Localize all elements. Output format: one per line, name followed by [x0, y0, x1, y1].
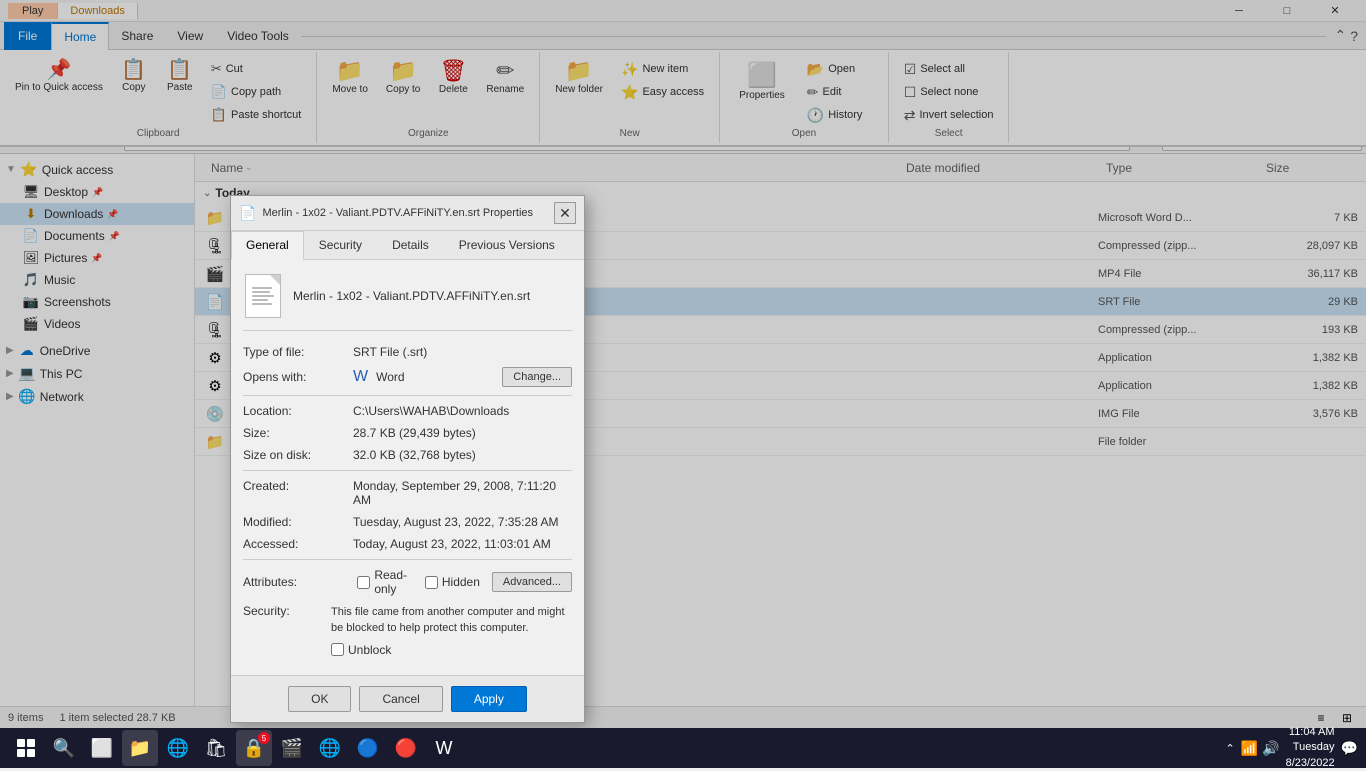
- modified-row: Modified: Tuesday, August 23, 2022, 7:35…: [243, 515, 572, 529]
- word-icon: W: [353, 368, 368, 386]
- size-on-disk-value: 32.0 KB (32,768 bytes): [353, 448, 572, 462]
- sys-tray: 📶 🔊: [1241, 740, 1280, 757]
- type-label: Type of file:: [243, 345, 353, 359]
- security-label: Security:: [243, 604, 323, 618]
- unblock-check[interactable]: Unblock: [331, 643, 572, 657]
- attributes-row: Attributes: Read-only Hidden Advanced...: [243, 568, 572, 596]
- clock-date2: 8/23/2022: [1286, 756, 1335, 771]
- modified-value: Tuesday, August 23, 2022, 7:35:28 AM: [353, 515, 572, 529]
- dialog-file-name: Merlin - 1x02 - Valiant.PDTV.AFFiNiTY.en…: [293, 289, 572, 303]
- tab-security[interactable]: Security: [304, 231, 377, 259]
- tab-previous-versions[interactable]: Previous Versions: [444, 231, 570, 259]
- clock-time: 11:04 AM: [1286, 725, 1335, 740]
- taskbar: 🔍 ⬜ 📁 🌐 🛍 🔒 5 🎬 🌐 🔵 🔴 W ⌃ 📶 🔊 11:04 AM T…: [0, 728, 1366, 768]
- word-taskbar-button[interactable]: W: [426, 730, 462, 766]
- ok-button[interactable]: OK: [288, 686, 351, 712]
- explorer-taskbar-button[interactable]: 📁: [122, 730, 158, 766]
- task-view-button[interactable]: ⬜: [84, 730, 120, 766]
- tab-details[interactable]: Details: [377, 231, 444, 259]
- clock-date: Tuesday: [1286, 740, 1335, 755]
- taskbar-clock: 11:04 AM Tuesday 8/23/2022: [1286, 725, 1335, 771]
- change-button[interactable]: Change...: [502, 367, 572, 387]
- location-value: C:\Users\WAHAB\Downloads: [353, 404, 572, 418]
- file-doc-icon: [245, 274, 281, 318]
- attributes-label: Attributes:: [243, 575, 345, 589]
- taskbar-left: 🔍 ⬜ 📁 🌐 🛍 🔒 5 🎬 🌐 🔵 🔴 W: [0, 730, 462, 766]
- location-row: Location: C:\Users\WAHAB\Downloads: [243, 404, 572, 418]
- size-on-disk-row: Size on disk: 32.0 KB (32,768 bytes): [243, 448, 572, 462]
- search-taskbar-button[interactable]: 🔍: [46, 730, 82, 766]
- chrome-button3[interactable]: 🔴: [388, 730, 424, 766]
- dialog-body: Merlin - 1x02 - Valiant.PDTV.AFFiNiTY.en…: [231, 260, 584, 675]
- tab-general[interactable]: General: [231, 231, 304, 260]
- type-row: Type of file: SRT File (.srt): [243, 345, 572, 359]
- hidden-label: Hidden: [442, 575, 480, 589]
- file-preview-icon: [243, 272, 283, 320]
- readonly-checkbox[interactable]: [357, 576, 370, 589]
- size-on-disk-label: Size on disk:: [243, 448, 353, 462]
- created-row: Created: Monday, September 29, 2008, 7:1…: [243, 479, 572, 507]
- properties-dialog: 📄 Merlin - 1x02 - Valiant.PDTV.AFFiNiTY.…: [230, 195, 585, 723]
- store-button[interactable]: 🛍: [198, 730, 234, 766]
- unblock-label: Unblock: [348, 643, 391, 657]
- opens-with-label: Opens with:: [243, 370, 353, 384]
- notification-icon[interactable]: 💬: [1341, 740, 1358, 757]
- separator-3: [243, 559, 572, 560]
- security-right: This file came from another computer and…: [331, 604, 572, 657]
- edge-button[interactable]: 🌐: [160, 730, 196, 766]
- chrome-button2[interactable]: 🔵: [350, 730, 386, 766]
- attributes-checks: Read-only Hidden Advanced...: [357, 568, 572, 596]
- taskbar-right: ⌃ 📶 🔊 11:04 AM Tuesday 8/23/2022 💬: [1226, 725, 1366, 771]
- chrome-button1[interactable]: 🌐: [312, 730, 348, 766]
- separator-1: [243, 395, 572, 396]
- created-label: Created:: [243, 479, 353, 493]
- file-preview: Merlin - 1x02 - Valiant.PDTV.AFFiNiTY.en…: [243, 272, 572, 331]
- dialog-title: 📄 Merlin - 1x02 - Valiant.PDTV.AFFiNiTY.…: [239, 205, 533, 222]
- modified-label: Modified:: [243, 515, 353, 529]
- type-value: SRT File (.srt): [353, 345, 572, 359]
- start-button[interactable]: [8, 730, 44, 766]
- dialog-footer: OK Cancel Apply: [231, 675, 584, 722]
- separator-2: [243, 470, 572, 471]
- hidden-check[interactable]: Hidden: [425, 575, 480, 589]
- security-text: This file came from another computer and…: [331, 606, 565, 634]
- opens-with-right: W Word Change...: [353, 367, 572, 387]
- location-label: Location:: [243, 404, 353, 418]
- security-row: Security: This file came from another co…: [243, 604, 572, 657]
- vlc-button[interactable]: 🎬: [274, 730, 310, 766]
- readonly-label: Read-only: [374, 568, 413, 596]
- dialog-title-bar[interactable]: 📄 Merlin - 1x02 - Valiant.PDTV.AFFiNiTY.…: [231, 196, 584, 231]
- accessed-row: Accessed: Today, August 23, 2022, 11:03:…: [243, 537, 572, 551]
- show-hidden-icon[interactable]: ⌃: [1226, 742, 1235, 755]
- cancel-button[interactable]: Cancel: [359, 686, 442, 712]
- dialog-title-text: Merlin - 1x02 - Valiant.PDTV.AFFiNiTY.en…: [262, 207, 533, 219]
- apply-button[interactable]: Apply: [451, 686, 527, 712]
- size-value: 28.7 KB (29,439 bytes): [353, 426, 572, 440]
- size-row: Size: 28.7 KB (29,439 bytes): [243, 426, 572, 440]
- dialog-overlay: 📄 Merlin - 1x02 - Valiant.PDTV.AFFiNiTY.…: [0, 0, 1366, 728]
- accessed-value: Today, August 23, 2022, 11:03:01 AM: [353, 537, 572, 551]
- volume-icon: 🔊: [1262, 740, 1279, 757]
- accessed-label: Accessed:: [243, 537, 353, 551]
- network-tray-icon: 📶: [1241, 740, 1258, 757]
- advanced-button[interactable]: Advanced...: [492, 572, 572, 592]
- mcafee-button[interactable]: 🔒 5: [236, 730, 272, 766]
- created-value: Monday, September 29, 2008, 7:11:20 AM: [353, 479, 572, 507]
- size-label: Size:: [243, 426, 353, 440]
- dialog-close-button[interactable]: ✕: [554, 202, 576, 224]
- opens-app: Word: [376, 370, 404, 384]
- dialog-title-icon: 📄: [239, 205, 256, 222]
- opens-with-row: Opens with: W Word Change...: [243, 367, 572, 387]
- unblock-checkbox[interactable]: [331, 643, 344, 656]
- hidden-checkbox[interactable]: [425, 576, 438, 589]
- readonly-check[interactable]: Read-only: [357, 568, 413, 596]
- dialog-tabs: General Security Details Previous Versio…: [231, 231, 584, 260]
